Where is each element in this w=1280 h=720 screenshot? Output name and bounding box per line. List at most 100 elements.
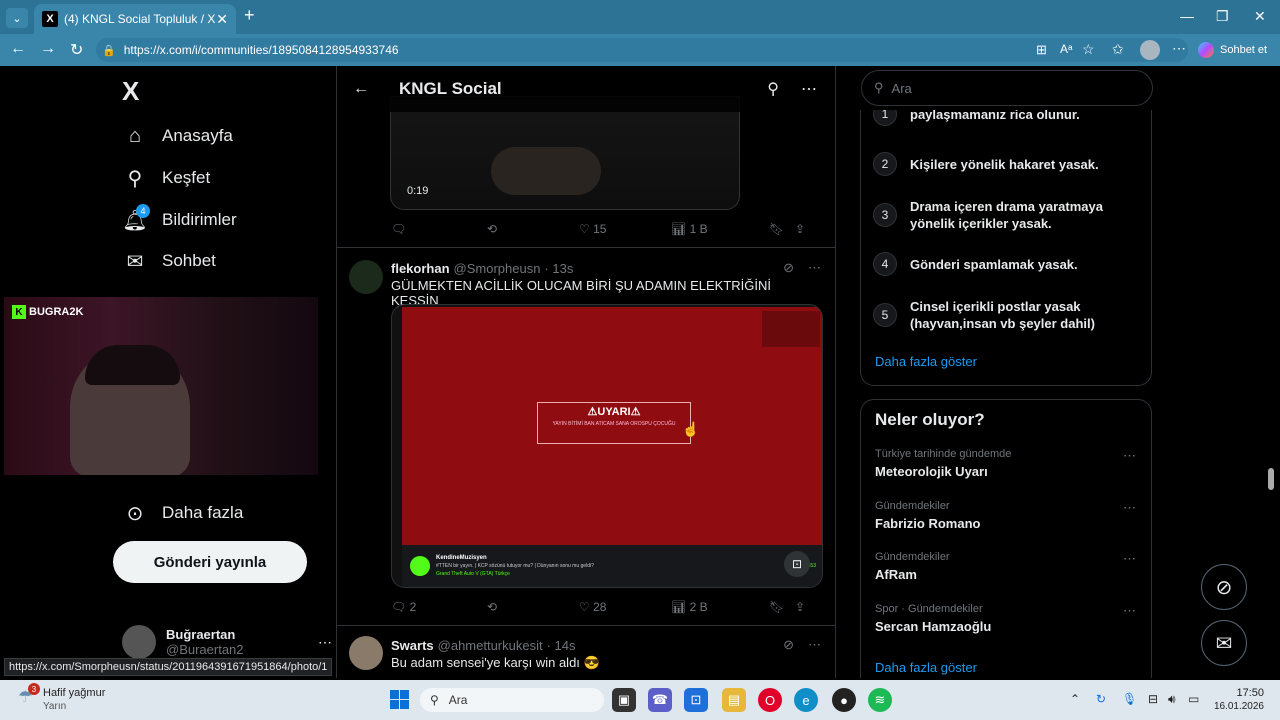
new-tab-icon[interactable]: + bbox=[244, 5, 255, 26]
weather-badge: 3 bbox=[28, 683, 40, 695]
volume-icon[interactable]: 🔊︎ bbox=[1168, 692, 1176, 707]
minimize-icon[interactable]: — bbox=[1180, 8, 1194, 24]
url-bar[interactable]: 🔒 https://x.com/i/communities/1895084128… bbox=[96, 38, 1188, 62]
tab-close-icon[interactable]: ✕ bbox=[216, 11, 228, 28]
image-edit-icon[interactable]: ⊡ bbox=[784, 551, 810, 577]
avatar[interactable] bbox=[349, 260, 383, 294]
rule-text: Cinsel içerikli postlar yasak (hayvan,in… bbox=[910, 299, 1095, 331]
tweet-author-name[interactable]: flekorhan bbox=[391, 261, 450, 276]
trend-meta: Gündemdekiler bbox=[875, 551, 950, 563]
weather-subtitle: Yarın bbox=[43, 701, 67, 712]
trend-item[interactable]: Gündemdekiler AfRam ⋯ bbox=[875, 551, 1145, 582]
sidebar-item-notifications[interactable]: 🔔︎ 4 Bildirimler bbox=[122, 200, 237, 240]
sync-icon[interactable]: ↻ bbox=[1096, 692, 1106, 706]
weather-widget[interactable]: ☂ 3 bbox=[18, 683, 40, 707]
rule-number: 5 bbox=[873, 303, 897, 327]
maximize-icon[interactable]: ❐ bbox=[1216, 8, 1229, 25]
like-button[interactable]: ♡ 28 bbox=[579, 600, 671, 614]
refresh-icon[interactable]: ↻ bbox=[70, 40, 83, 60]
grok-fab-icon[interactable]: ⊘ bbox=[1201, 564, 1247, 610]
tweet-time[interactable]: · 13s bbox=[544, 261, 573, 276]
favorites-icon[interactable]: ✩ bbox=[1112, 41, 1124, 58]
tweet-author-handle[interactable]: @Smorpheusn bbox=[454, 261, 541, 276]
trend-item[interactable]: Spor · Gündemdekiler Sercan Hamzaoğlu ⋯ bbox=[875, 603, 1145, 634]
browser-tab[interactable]: X (4) KNGL Social Topluluk / X ✕ bbox=[34, 4, 236, 34]
rules-show-more-link[interactable]: Daha fazla göster bbox=[875, 354, 977, 369]
copilot-icon bbox=[1198, 42, 1214, 58]
account-more-icon[interactable]: ⋯ bbox=[318, 634, 332, 651]
start-button[interactable] bbox=[390, 690, 409, 709]
site-info-icon[interactable]: 🔒 bbox=[102, 44, 116, 57]
trend-item[interactable]: Türkiye tarihinde gündemde Meteorolojik … bbox=[875, 448, 1145, 479]
tweet-video[interactable]: 0:19 bbox=[390, 96, 740, 210]
forward-icon[interactable]: → bbox=[40, 40, 56, 58]
sidebar-item-home[interactable]: ⌂ Anasayfa bbox=[122, 116, 233, 156]
trend-more-icon[interactable]: ⋯ bbox=[1123, 551, 1136, 567]
bookmark-icon[interactable]: 🔖︎ bbox=[769, 222, 795, 236]
battery-icon[interactable]: ▭ bbox=[1188, 692, 1199, 706]
tab-list-button[interactable]: ⌄ bbox=[6, 8, 28, 28]
grok-icon[interactable]: ⊘ bbox=[783, 637, 794, 653]
file-explorer-icon[interactable]: ▤ bbox=[722, 688, 746, 712]
microphone-icon[interactable]: 🎙︎ bbox=[1122, 692, 1137, 706]
search-placeholder: Ara bbox=[891, 80, 912, 96]
warning-box: ⚠UYARI⚠ YAYIN BİTİMİ BAN ATICAM SANA ORO… bbox=[537, 402, 691, 444]
tray-chevron-icon[interactable]: ⌃ bbox=[1070, 692, 1080, 706]
profile-avatar-icon[interactable] bbox=[1140, 40, 1160, 60]
tweet-time[interactable]: · 14s bbox=[547, 638, 576, 653]
trends-show-more-link[interactable]: Daha fazla göster bbox=[875, 660, 977, 675]
account-switcher[interactable]: Buğraertan @Buraertan2 ⋯ bbox=[122, 622, 332, 662]
tweet-more-icon[interactable]: ⋯ bbox=[808, 637, 821, 653]
search-icon[interactable]: ⚲ bbox=[767, 79, 779, 99]
retweet-icon[interactable]: ⟲ bbox=[487, 600, 579, 614]
x-logo-icon[interactable]: X bbox=[122, 76, 139, 107]
notification-badge: 4 bbox=[136, 203, 150, 218]
share-icon[interactable]: ⇪ bbox=[795, 222, 805, 236]
network-icon[interactable]: ⊟ bbox=[1148, 692, 1158, 706]
search-input[interactable]: ⚲ Ara bbox=[861, 70, 1153, 106]
reply-icon[interactable]: 🗨︎ bbox=[391, 222, 487, 236]
tweet-more-icon[interactable]: ⋯ bbox=[808, 260, 821, 276]
back-arrow-icon[interactable]: ← bbox=[353, 80, 369, 98]
task-view-icon[interactable]: ▣ bbox=[612, 688, 636, 712]
trend-more-icon[interactable]: ⋯ bbox=[1123, 448, 1136, 464]
favorite-star-icon[interactable]: ☆ bbox=[1082, 41, 1095, 58]
grok-icon[interactable]: ⊘ bbox=[783, 260, 794, 276]
sidebar-item-chat[interactable]: ✉ Sohbet bbox=[122, 241, 216, 281]
post-button[interactable]: Gönderi yayınla bbox=[113, 541, 307, 583]
spotify-icon[interactable]: ≋ bbox=[868, 688, 892, 712]
sidebar-item-more[interactable]: ⊙ Daha fazla bbox=[122, 493, 244, 533]
copilot-chat-button[interactable]: Sohbet et bbox=[1198, 38, 1274, 62]
avatar[interactable] bbox=[349, 636, 383, 670]
like-button[interactable]: ♡ 15 bbox=[579, 222, 671, 236]
trend-more-icon[interactable]: ⋯ bbox=[1123, 500, 1136, 516]
obs-icon[interactable]: ● bbox=[832, 688, 856, 712]
window-close-icon[interactable]: ✕ bbox=[1254, 8, 1266, 25]
trend-item[interactable]: Gündemdekiler Fabrizio Romano ⋯ bbox=[875, 500, 1145, 531]
tweet-author-handle[interactable]: @ahmetturkukesit bbox=[438, 638, 543, 653]
tweet-author-name[interactable]: Swarts bbox=[391, 638, 434, 653]
bookmark-icon[interactable]: 🔖︎ bbox=[769, 600, 795, 614]
views-button[interactable]: 📊︎ 1 B bbox=[671, 222, 769, 236]
settings-more-icon[interactable]: ⋯ bbox=[1172, 40, 1186, 57]
share-icon[interactable]: ⇪ bbox=[795, 600, 805, 614]
sidebar-item-explore[interactable]: ⚲ Keşfet bbox=[122, 158, 211, 198]
trend-more-icon[interactable]: ⋯ bbox=[1123, 603, 1136, 619]
back-icon[interactable]: ← bbox=[10, 40, 26, 58]
teams-icon[interactable]: ☎ bbox=[648, 688, 672, 712]
clock-time[interactable]: 17:50 bbox=[1226, 687, 1264, 699]
opera-icon[interactable]: O bbox=[758, 688, 782, 712]
edge-icon[interactable]: e bbox=[794, 688, 818, 712]
retweet-icon[interactable]: ⟲ bbox=[487, 222, 579, 236]
apps-icon[interactable]: ⊞ bbox=[1036, 42, 1047, 58]
reply-icon[interactable]: 🗨︎ 2 bbox=[391, 600, 487, 614]
page-scrollbar[interactable] bbox=[1268, 468, 1274, 490]
tweet-image[interactable]: ⚠UYARI⚠ YAYIN BİTİMİ BAN ATICAM SANA ORO… bbox=[391, 304, 823, 588]
clock-date[interactable]: 16.01.2026 bbox=[1204, 701, 1264, 712]
header-more-icon[interactable]: ⋯ bbox=[801, 79, 817, 99]
views-button[interactable]: 📊︎ 2 B bbox=[671, 600, 769, 614]
read-aloud-icon[interactable]: Aᵃ bbox=[1060, 42, 1072, 56]
taskbar-search[interactable]: ⚲ Ara bbox=[420, 688, 604, 712]
messages-fab-icon[interactable]: ✉ bbox=[1201, 620, 1247, 666]
store-icon[interactable]: ⊡ bbox=[684, 688, 708, 712]
